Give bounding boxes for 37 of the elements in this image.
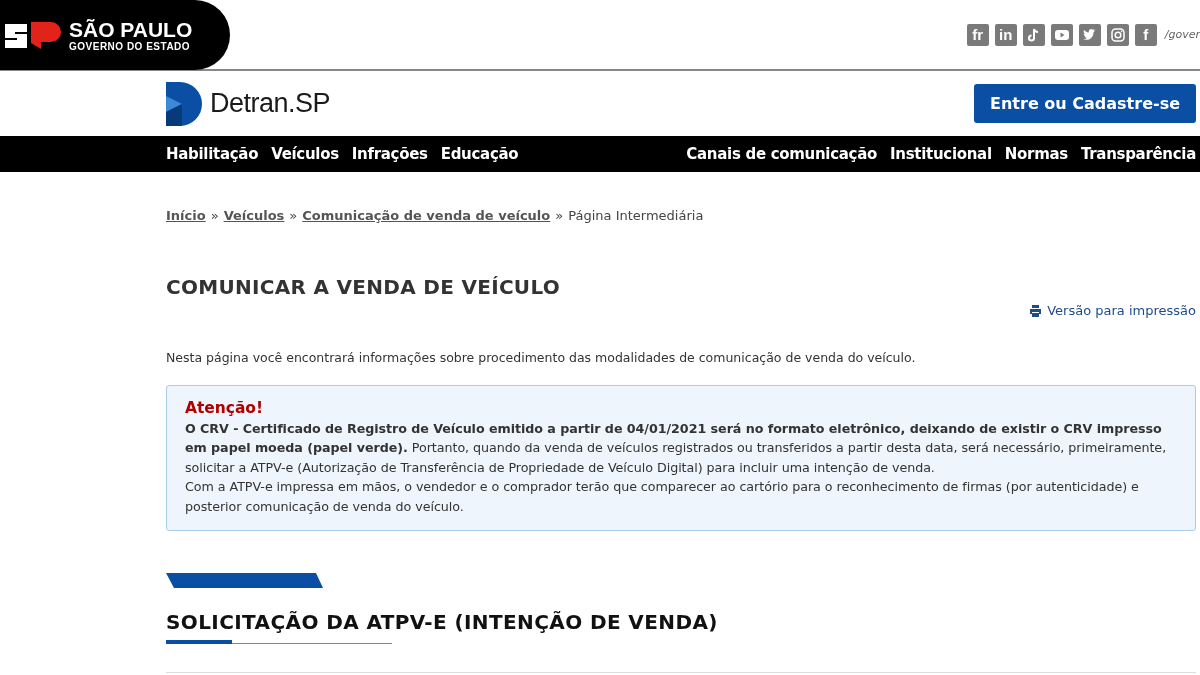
alert-text: O CRV - Certificado de Registro de Veículo emitido a partir de 04/01/2021 será no formato eletrônico, deixando de existir o CRV impresso em papel moeda (papel verde). Portanto, quando da venda de veículos registrados ou transferidos a partir desta data, será necessário, primeiramente, solicitar a ATPV-e (Autorização de Transferência de Propriedade de Veículo Digital) para incluir uma intenção de venda. — [185, 419, 1168, 477]
nav-link[interactable]: Canais de comunicação — [686, 145, 878, 163]
intro-text: Nesta página você encontrará informações sobre procedimento das modalidades de comunicação de venda do veículo. — [166, 350, 917, 365]
state-name: SÃO PAULO — [69, 18, 193, 41]
page-title: COMUNICAR A VENDA DE VEÍCULO — [166, 275, 562, 299]
detran-logo-text: Detran.SP — [210, 88, 331, 119]
section-heading: SOLICITAÇÃO DA ATPV-E (INTENÇÃO DE VENDA) — [166, 610, 718, 634]
breadcrumb-separator: » — [289, 208, 298, 223]
social-link[interactable]: in — [994, 23, 1017, 46]
detran-logo-icon — [166, 81, 202, 126]
government-label: GOVERNO DO ESTADO — [69, 40, 192, 52]
alert-title: Atenção! — [185, 399, 264, 419]
social-link[interactable]: f — [1134, 23, 1157, 46]
bird-icon[interactable] — [1078, 23, 1101, 46]
alert-text: Com a ATPV-e impressa em mãos, o vendedor e o comprador terão que comparecer ao cartório para o reconhecimento de firmas (por autenticidade) e posterior comunicação de venda do veículo. — [185, 478, 1140, 516]
instagram-icon[interactable] — [1106, 23, 1129, 46]
breadcrumb-link[interactable]: Veículos — [223, 208, 285, 223]
nav-link[interactable]: Educação — [440, 145, 519, 163]
sp-logo-icon — [3, 20, 63, 50]
login-button[interactable]: Entre ou Cadastre-se — [974, 84, 1196, 123]
breadcrumb-link[interactable]: Início — [166, 208, 206, 223]
breadcrumb-separator: » — [555, 208, 564, 223]
nav-link[interactable]: Infrações — [351, 145, 428, 163]
breadcrumb-link[interactable]: Comunicação de venda de veículo — [302, 208, 551, 223]
nav-link[interactable]: Institucional — [890, 145, 992, 163]
breadcrumb-separator: » — [210, 208, 219, 223]
nav-link[interactable]: Normas — [1004, 145, 1068, 163]
printer-icon — [1029, 304, 1043, 317]
nav-link[interactable]: Transparência — [1080, 145, 1196, 163]
print-link[interactable]: Versão para impressão — [1029, 303, 1196, 318]
breadcrumb-current: Página Intermediária — [568, 208, 704, 223]
social-handle: /gover — [1164, 28, 1200, 41]
youtube-icon[interactable] — [1050, 23, 1073, 46]
tiktok-icon[interactable] — [1022, 23, 1045, 46]
nav-link[interactable]: Habilitação — [166, 145, 259, 163]
social-link[interactable]: fr — [966, 23, 989, 46]
nav-link[interactable]: Veículos — [271, 145, 339, 163]
